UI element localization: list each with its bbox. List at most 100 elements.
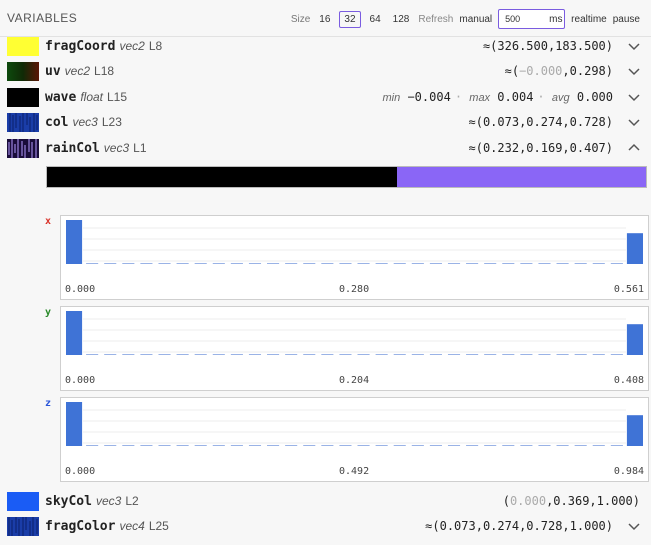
- chevron-up-icon[interactable]: [628, 143, 640, 153]
- wave-avg-label: avg: [551, 92, 570, 104]
- uv-value-x: −0.000: [519, 64, 563, 78]
- uv-value: ≈(−0.000,0.298): [505, 64, 613, 78]
- variable-row-raincol[interactable]: rainCol vec3 L1 ≈(0.232,0.169,0.407): [0, 136, 651, 161]
- histogram-bar: [626, 233, 643, 264]
- histogram-bar: [66, 220, 83, 264]
- variable-name-raincol: rainCol vec3 L1: [45, 141, 147, 156]
- raincol-color-distribution-bar: [46, 166, 647, 188]
- skycol-value-x: 0.000: [509, 494, 547, 508]
- uv-value-prefix: ≈(: [504, 64, 520, 78]
- size-label: Size: [290, 13, 311, 25]
- col-preview-swatch: [7, 113, 39, 132]
- col-name: col: [45, 115, 69, 130]
- histogram-z-mid-tick: 0.492: [339, 466, 370, 477]
- chevron-down-icon[interactable]: [628, 66, 640, 76]
- histogram-z-max-tick: 0.984: [613, 466, 644, 477]
- sampling-controls: Size 16 32 64 128 Refresh manual ms real…: [291, 9, 640, 29]
- raincol-preview-swatch: [7, 139, 39, 158]
- wave-min: −0.004: [407, 90, 451, 104]
- col-line: L23: [101, 115, 122, 129]
- wave-name: wave: [45, 90, 77, 105]
- chevron-down-icon[interactable]: [628, 41, 640, 51]
- variable-row-uv[interactable]: uv vec2 L18 ≈(−0.000,0.298): [0, 59, 651, 84]
- chevron-down-icon[interactable]: [628, 92, 640, 102]
- fragcolor-name: fragColor: [45, 519, 116, 534]
- variable-name-uv: uv vec2 L18: [45, 64, 114, 79]
- uv-gradient-image: [7, 62, 39, 81]
- histogram-z: 0.000 0.492 0.984: [60, 397, 649, 482]
- refresh-label: Refresh: [418, 13, 454, 25]
- fragcolor-type: vec4: [119, 519, 145, 533]
- raincol-type: vec3: [103, 141, 130, 155]
- histogram-x-mid-tick: 0.280: [339, 284, 370, 295]
- wave-line: L15: [107, 90, 128, 104]
- raincol-value: ≈(0.232,0.169,0.407): [468, 141, 614, 155]
- uv-type: vec2: [64, 64, 91, 78]
- variable-name-fragcoord: fragCoord vec2 L8: [45, 39, 162, 54]
- fragcoord-name: fragCoord: [45, 39, 116, 54]
- fragcoord-preview-swatch: [7, 37, 39, 56]
- variable-row-fragcoord[interactable]: fragCoord vec2 L8 ≈(326.500,183.500): [0, 34, 651, 59]
- raincol-name: rainCol: [45, 141, 100, 156]
- wave-min-label: min: [382, 92, 401, 104]
- fragcoord-value: ≈(326.500,183.500): [482, 39, 613, 53]
- refresh-interval-input[interactable]: [499, 14, 550, 24]
- col-value: ≈(0.073,0.274,0.728): [468, 115, 614, 129]
- variable-row-skycol[interactable]: skyCol vec3 L2 (0.000,0.369,1.000): [0, 489, 651, 514]
- variable-row-col[interactable]: col vec3 L23 ≈(0.073,0.274,0.728): [0, 110, 651, 135]
- histogram-x: 0.000 0.280 0.561: [60, 215, 649, 300]
- variable-name-skycol: skyCol vec3 L2: [45, 494, 139, 509]
- color-bar-black-segment: [47, 167, 398, 187]
- axis-label-z: z: [45, 398, 52, 409]
- skycol-value-prefix: (: [502, 494, 510, 508]
- chevron-down-icon[interactable]: [628, 117, 640, 127]
- size-128-button[interactable]: 128: [390, 13, 413, 26]
- skycol-preview-swatch: [7, 492, 39, 511]
- uv-name: uv: [45, 64, 61, 79]
- panel-title: VARIABLES: [7, 11, 78, 25]
- histogram-z-min-tick: 0.000: [65, 466, 96, 477]
- uv-preview-swatch: [7, 62, 39, 81]
- color-bar-purple-segment: [397, 167, 646, 187]
- skycol-type: vec3: [95, 494, 122, 508]
- size-64-button[interactable]: 64: [367, 13, 384, 26]
- raincol-line: L1: [133, 141, 147, 155]
- uv-value-rest: ,0.298): [562, 64, 613, 78]
- histogram-y: 0.000 0.204 0.408: [60, 306, 649, 391]
- histogram-y-min-tick: 0.000: [65, 375, 96, 386]
- col-type: vec3: [72, 115, 98, 129]
- histogram-y-max-tick: 0.408: [613, 375, 644, 386]
- chevron-down-icon[interactable]: [628, 521, 640, 531]
- histogram-bar: [626, 324, 643, 355]
- histogram-bar: [66, 311, 83, 355]
- histogram-bar: [66, 402, 83, 446]
- wave-type: float: [80, 90, 103, 104]
- fragcolor-preview-swatch: [7, 517, 39, 536]
- manual-button[interactable]: manual: [459, 14, 492, 25]
- refresh-interval-field: ms: [498, 9, 566, 29]
- uv-line: L18: [94, 64, 115, 78]
- pause-button[interactable]: pause: [613, 14, 640, 25]
- skycol-value-rest: ,0.369,1.000): [546, 494, 640, 508]
- size-32-button[interactable]: 32: [339, 10, 361, 28]
- variable-name-col: col vec3 L23: [45, 115, 122, 130]
- size-16-button[interactable]: 16: [316, 13, 333, 26]
- histogram-x-max-tick: 0.561: [613, 284, 644, 295]
- variables-header: VARIABLES Size 16 32 64 128 Refresh manu…: [0, 0, 651, 37]
- histogram-bar: [626, 415, 643, 446]
- variable-row-fragcolor[interactable]: fragColor vec4 L25 ≈(0.073,0.274,0.728,1.0…: [0, 514, 651, 539]
- fragcoord-line: L8: [148, 39, 163, 53]
- realtime-button[interactable]: realtime: [571, 14, 607, 25]
- variable-name-wave: wave float L15: [45, 90, 127, 105]
- histogram-y-mid-tick: 0.204: [339, 375, 370, 386]
- axis-label-y: y: [45, 307, 52, 318]
- fragcolor-line: L25: [148, 519, 169, 533]
- axis-label-x: x: [45, 216, 52, 227]
- interval-unit: ms: [549, 13, 563, 25]
- wave-preview-swatch: [7, 88, 39, 107]
- skycol-line: L2: [125, 494, 139, 508]
- skycol-value: (0.000,0.369,1.000): [503, 494, 640, 508]
- wave-max-label: max: [469, 92, 491, 104]
- variable-name-fragcolor: fragColor vec4 L25: [45, 519, 169, 534]
- variable-row-wave[interactable]: wave float L15 min −0.004 · max 0.004 · avg …: [0, 85, 651, 110]
